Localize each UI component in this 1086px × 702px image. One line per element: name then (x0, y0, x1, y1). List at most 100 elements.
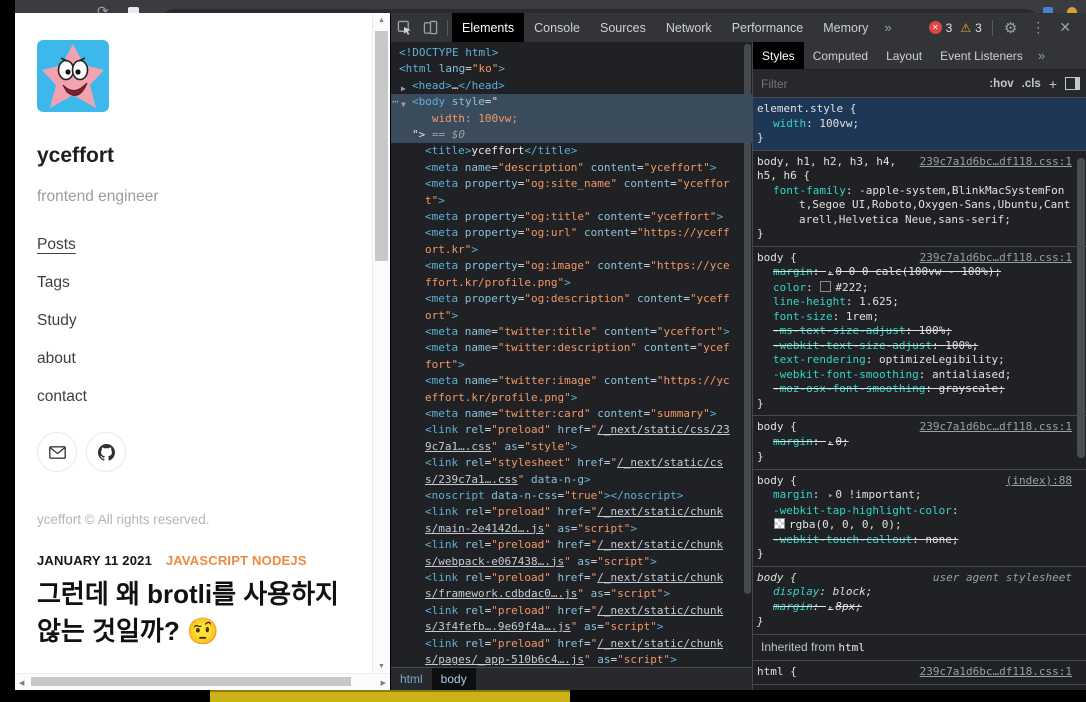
elements-tree-line[interactable]: ffort.kr/profile.png"> (391, 275, 752, 291)
elements-tree-line[interactable]: effort.kr/profile.png"> (391, 390, 752, 406)
close-devtools-icon[interactable]: ✕ (1052, 19, 1078, 36)
nav-item-study[interactable]: Study (37, 312, 350, 330)
stylesheet-source-link[interactable]: 239c7a1d6bc…df118.css:1 (920, 251, 1072, 266)
css-property[interactable]: margin: ▸0; (757, 435, 1072, 451)
stylesheet-source-link[interactable]: 239c7a1d6bc…df118.css:1 (920, 665, 1072, 680)
devtools-tab-performance[interactable]: Performance (722, 13, 814, 42)
css-property[interactable]: -moz-osx-font-smoothing: grayscale; (757, 382, 1072, 397)
css-property[interactable]: line-height: 1.625; (757, 295, 1072, 310)
css-property[interactable]: font-size: 1rem; (757, 310, 1072, 325)
sidebar-tab-computed[interactable]: Computed (804, 42, 877, 69)
node-menu-icon[interactable]: ⋯ (392, 94, 398, 110)
elements-tree-line[interactable]: ⋯▼<body style=" (391, 94, 752, 110)
styles-filter-input[interactable] (759, 76, 981, 92)
css-property[interactable]: width: 100vw; (757, 117, 1072, 132)
style-rule[interactable]: 239c7a1d6bc…df118.css:1body {margin: ▸0 … (753, 247, 1086, 417)
elements-tree-line[interactable]: "> == $0 (391, 127, 752, 143)
style-rule[interactable]: element.style {width: 100vw;} (753, 98, 1086, 151)
nav-item-posts[interactable]: Posts (37, 236, 350, 254)
style-rule[interactable]: 239c7a1d6bc…df118.css:1body, h1, h2, h3,… (753, 151, 1086, 247)
elements-tree-line[interactable]: ▶<head>…</head> (391, 78, 752, 94)
post-tags[interactable]: JAVASCRIPT NODEJS (166, 553, 307, 568)
elements-tree-line[interactable]: <meta property="og:description" content=… (391, 291, 752, 307)
elements-tree-line[interactable]: <noscript data-n-css="true"></noscript> (391, 488, 752, 504)
elements-tree-line[interactable]: <html lang="ko"> (391, 61, 752, 77)
color-swatch[interactable] (774, 518, 785, 529)
settings-gear-icon[interactable]: ⚙ (997, 19, 1024, 37)
toggle-sidebar-icon[interactable] (1065, 77, 1080, 90)
inspect-element-icon[interactable] (391, 13, 417, 42)
stylesheet-source-link[interactable]: 239c7a1d6bc…df118.css:1 (920, 420, 1072, 435)
elements-tree-line[interactable]: <title>yceffort</title> (391, 143, 752, 159)
sidebar-tab-styles[interactable]: Styles (753, 42, 804, 69)
post-title[interactable]: 그런데 왜 brotli를 사용하지 않는 것일까? 🤨 (37, 576, 350, 650)
css-property[interactable]: display: block; (757, 585, 1072, 600)
scroll-left-icon[interactable]: ◀ (19, 679, 24, 687)
nav-item-contact[interactable]: contact (37, 388, 350, 406)
scroll-down-icon[interactable]: ▼ (378, 663, 385, 670)
elements-tree-line[interactable]: s/239c7a1….css" data-n-g> (391, 472, 752, 488)
elements-tree-line[interactable]: t"> (391, 193, 752, 209)
elements-tree-line[interactable]: s/main-2e4142d….js" as="script"> (391, 521, 752, 537)
elements-tree-line[interactable]: <link rel="preload" href="/_next/static/… (391, 537, 752, 553)
device-toolbar-icon[interactable] (417, 13, 443, 42)
breadcrumb-html[interactable]: html (391, 668, 432, 690)
css-property[interactable]: -webkit-font-smoothing: antialiased; (757, 368, 1072, 383)
elements-tree-line[interactable]: <link rel="stylesheet" href="/_next/stat… (391, 455, 752, 471)
elements-tree-line[interactable]: <meta name="twitter:image" content="http… (391, 373, 752, 389)
elements-tree-line[interactable]: width: 100vw; (391, 111, 752, 127)
css-property[interactable]: margin: ▸0 !important; (757, 488, 1072, 504)
patrick-avatar[interactable] (37, 40, 109, 112)
github-button[interactable] (86, 432, 126, 472)
stylesheet-source-link[interactable]: (index):88 (1006, 474, 1072, 489)
shorthand-expand-icon[interactable]: ▸ (826, 268, 835, 278)
breadcrumb-body[interactable]: body (432, 668, 476, 690)
error-badge-icon[interactable]: ✕ (929, 21, 942, 34)
elements-tree-line[interactable]: ort.kr"> (391, 242, 752, 258)
style-rule[interactable]: user agent stylesheetbody {display: bloc… (753, 567, 1086, 635)
stylesheet-source-link[interactable]: 239c7a1d6bc…df118.css:1 (920, 155, 1072, 170)
elements-tree-line[interactable]: <link rel="preload" href="/_next/static/… (391, 570, 752, 586)
scroll-up-icon[interactable]: ▲ (378, 17, 385, 24)
mail-button[interactable] (37, 432, 77, 472)
css-property[interactable]: -ms-text-size-adjust: 100%; (757, 324, 1072, 339)
extension-icon[interactable] (1043, 7, 1053, 13)
css-property[interactable]: margin: ▸8px; (757, 600, 1072, 616)
elements-tree-line[interactable]: <meta name="twitter:title" content="ycef… (391, 324, 752, 340)
devtools-tab-console[interactable]: Console (524, 13, 590, 42)
color-swatch[interactable] (820, 281, 831, 292)
warning-badge-icon[interactable]: ⚠ (960, 21, 971, 35)
elements-tree-line[interactable]: fort"> (391, 357, 752, 373)
css-property[interactable]: font-family: -apple-system,BlinkMacSyste… (757, 184, 1072, 228)
devtools-tab-network[interactable]: Network (656, 13, 722, 42)
elements-tree-line[interactable]: <link rel="preload" href="/_next/static/… (391, 603, 752, 619)
elements-tree-line[interactable]: <meta name="description" content="yceffo… (391, 160, 752, 176)
more-tabs-icon[interactable]: » (878, 20, 897, 35)
elements-tree-line[interactable]: s/3f4fefb….9e69f4a….js" as="script"> (391, 619, 752, 635)
css-property[interactable]: -webkit-tap-highlight-color: rgba(0, 0, … (757, 504, 1072, 533)
elements-tree-line[interactable]: <meta property="og:url" content="https:/… (391, 225, 752, 241)
devtools-tab-memory[interactable]: Memory (813, 13, 878, 42)
shorthand-expand-icon[interactable]: ▸ (826, 491, 835, 501)
elements-tree-line[interactable]: <link rel="preload" href="/_next/static/… (391, 636, 752, 652)
forward-icon[interactable]: → (65, 4, 79, 13)
elements-tree-line[interactable]: 9c7a1….css" as="style"> (391, 439, 752, 455)
back-icon[interactable]: ← (35, 4, 49, 13)
css-property[interactable]: -webkit-text-size-adjust: 100%; (757, 339, 1072, 354)
elements-tree-line[interactable]: <meta property="og:image" content="https… (391, 258, 752, 274)
elements-tree-line[interactable]: <meta name="twitter:card" content="summa… (391, 406, 752, 422)
devtools-tab-elements[interactable]: Elements (452, 13, 524, 42)
elements-tree-line[interactable]: <link rel="preload" href="/_next/static/… (391, 422, 752, 438)
devtools-tab-sources[interactable]: Sources (590, 13, 656, 42)
profile-avatar-icon[interactable] (1067, 7, 1077, 13)
page-vertical-scrollbar[interactable]: ▲ ▼ (372, 13, 390, 674)
shorthand-expand-icon[interactable]: ▸ (826, 603, 835, 613)
sidebar-tab-layout[interactable]: Layout (877, 42, 931, 69)
elements-tree-line[interactable]: s/pages/_app-510b6c4….js" as="script"> (391, 652, 752, 667)
scroll-right-icon[interactable]: ▶ (381, 679, 386, 687)
elements-tree-line[interactable]: s/webpack-e067438….js" as="script"> (391, 554, 752, 570)
style-rule[interactable]: (index):88body {margin: ▸0 !important;-w… (753, 470, 1086, 567)
css-property[interactable]: ⚠-webkit-touch-callout: none; (757, 533, 1072, 548)
css-property[interactable]: color: #222; (757, 281, 1072, 296)
elements-tree-line[interactable]: s/framework.cdbdac0….js" as="script"> (391, 586, 752, 602)
